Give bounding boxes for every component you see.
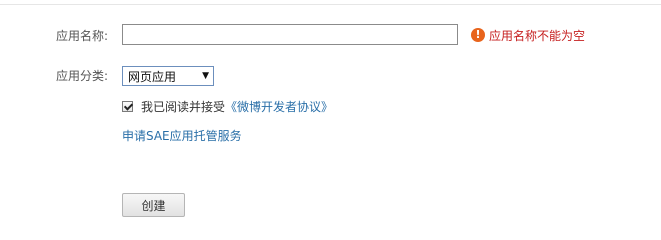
create-button[interactable]: 创建 xyxy=(122,193,185,217)
agree-text: 我已阅读并接受 xyxy=(141,99,226,114)
triangle-down-icon: ▼ xyxy=(202,71,209,81)
exclamation-circle-icon: ! xyxy=(471,28,485,42)
agreement-row: 我已阅读并接受 《微博开发者协议》 xyxy=(122,97,333,115)
app-name-error: ! 应用名称不能为空 xyxy=(471,26,585,44)
app-name-input[interactable] xyxy=(122,24,458,45)
app-name-error-text: 应用名称不能为空 xyxy=(489,28,586,43)
app-name-label: 应用名称: xyxy=(56,29,109,43)
top-divider xyxy=(0,4,661,5)
agree-checkbox[interactable] xyxy=(122,100,133,112)
app-category-select[interactable]: 网页应用 ▼ xyxy=(122,66,214,86)
app-category-label: 应用分类: xyxy=(56,69,109,83)
sae-hosting-link[interactable]: 申请SAE应用托管服务 xyxy=(122,127,242,145)
app-category-selected-value: 网页应用 xyxy=(128,69,177,84)
developer-agreement-link[interactable]: 《微博开发者协议》 xyxy=(225,98,333,115)
